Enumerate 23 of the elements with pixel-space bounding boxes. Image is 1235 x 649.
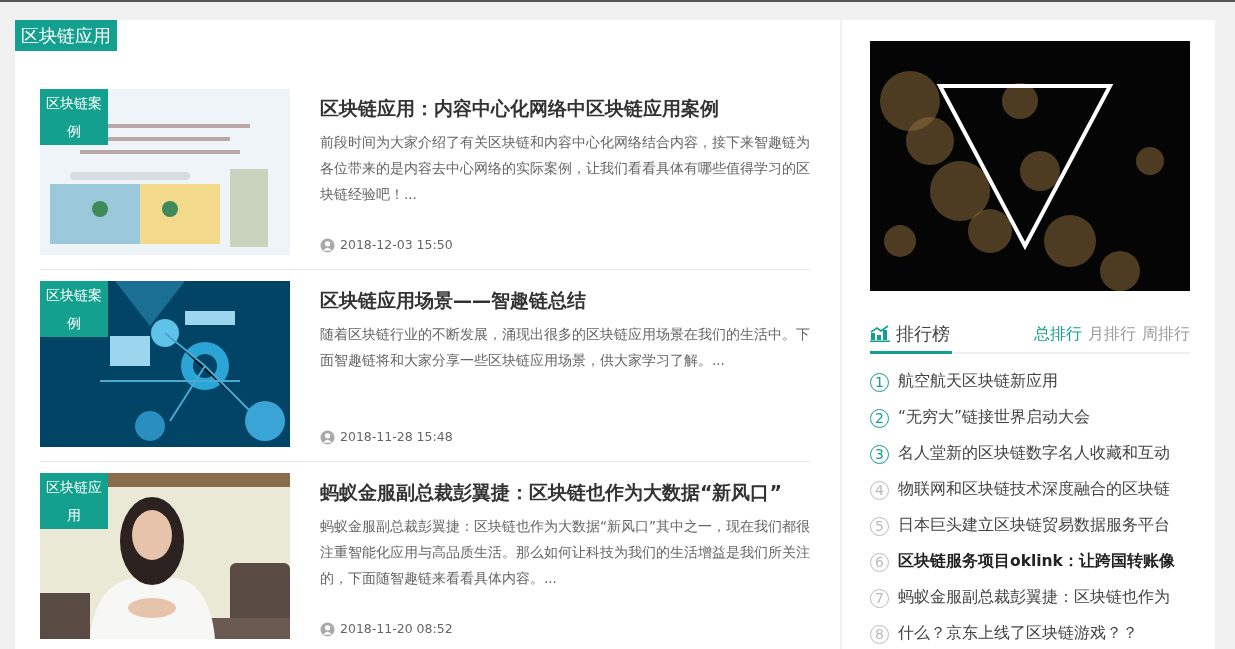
article-date: 2018-12-03 15:50	[340, 236, 453, 255]
article-title[interactable]: 蚂蚁金服副总裁彭翼捷：区块链也作为大数据“新风口”	[320, 479, 810, 505]
section-tag: 区块链应用	[15, 20, 117, 51]
user-icon	[320, 430, 335, 446]
ranking-link[interactable]: “无穷大”链接世界启动大会	[898, 406, 1091, 430]
ranking-link[interactable]: 日本巨头建立区块链贸易数据服务平台	[898, 514, 1170, 538]
article-excerpt: 随着区块链行业的不断发展，涌现出很多的区块链应用场景在我们的生活中。下面智趣链将和大家分享一些区块链应用场景，供大家学习了解。...	[320, 325, 810, 370]
ranking-link[interactable]: 蚂蚁金服副总裁彭翼捷：区块链也作为	[898, 586, 1170, 610]
bar-chart-icon	[870, 325, 890, 342]
article-title[interactable]: 区块链应用：内容中心化网络中区块链应用案例	[320, 95, 810, 121]
article-excerpt: 蚂蚁金服副总裁彭翼捷：区块链也作为大数据“新风口”其中之一，现在我们都很注重智能化应用与高品质生活。那么如何让科技为我们的生活增益是我们所关注的，下面随智趣链来看看具体内容。...	[320, 517, 810, 588]
article-title[interactable]: 区块链应用场景——智趣链总结	[320, 287, 810, 313]
user-icon	[320, 622, 335, 638]
ranking-link[interactable]: 航空航天区块链新应用	[898, 370, 1058, 394]
ranking-link[interactable]: 物联网和区块链技术深度融合的区块链	[898, 478, 1170, 502]
ranking-title: 排行榜	[896, 322, 950, 346]
ranking-link[interactable]: 名人堂新的区块链数字名人收藏和互动	[898, 442, 1170, 466]
ranking-link[interactable]: 什么？京东上线了区块链游戏？？	[898, 622, 1138, 646]
ranking-link[interactable]: 区块链服务项目oklink：让跨国转账像	[898, 550, 1175, 574]
user-icon	[320, 238, 335, 254]
article-excerpt: 前段时间为大家介绍了有关区块链和内容中心化网络结合内容，接下来智趣链为各位带来的是内容去中心网络的实际案例，让我们看看具体有哪些值得学习的区块链经验吧！...	[320, 133, 810, 204]
article-date: 2018-11-28 15:48	[340, 428, 453, 447]
article-date: 2018-11-20 08:52	[340, 620, 453, 639]
